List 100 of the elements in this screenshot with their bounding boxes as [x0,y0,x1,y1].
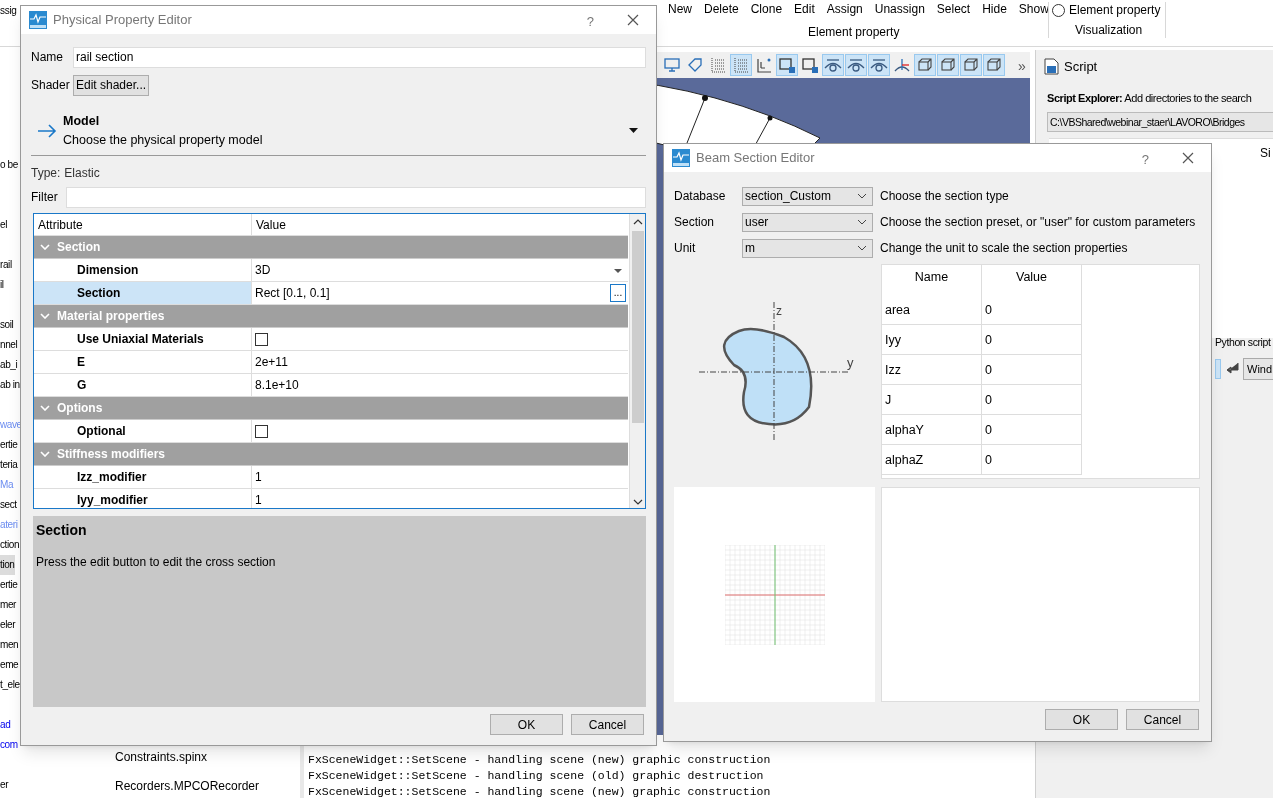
eye-tool-button[interactable] [845,54,867,76]
ribbon-button[interactable]: New [662,0,698,18]
table-cell[interactable]: J [882,385,982,414]
ok-button[interactable]: OK [1045,709,1118,730]
close-icon[interactable] [627,14,639,26]
ribbon-button[interactable]: Unassign [868,0,931,18]
ellipsis-button[interactable]: ... [610,284,626,302]
ribbon-label: ssig [0,4,17,18]
dropdown[interactable]: section_Custom [742,186,873,206]
table-cell[interactable]: alphaZ [882,445,982,474]
explorer-text: Script Explorer: Add directories to the search [1047,90,1252,106]
field-label: Shader [31,77,71,94]
chevron-down-icon [40,244,50,250]
tree-item[interactable]: nnel [0,335,18,355]
ribbon-button[interactable]: Delete [698,0,745,18]
table-cell[interactable]: 0 [982,385,1082,414]
checkbox[interactable] [255,424,268,438]
tree-item[interactable]: eler [0,615,16,635]
cube-tool-button[interactable] [983,54,1005,76]
tree-item[interactable]: teria [0,455,18,475]
tree-item[interactable]: soil [0,315,14,335]
tree-item[interactable]: ction [0,535,20,555]
cube-icon [939,56,957,74]
table-cell[interactable]: 0 [982,415,1082,444]
name-field[interactable]: rail section [73,46,646,68]
cube-icon [962,56,980,74]
tree-item[interactable]: mer [0,595,17,615]
close-icon[interactable] [1182,152,1194,164]
dropdown-icon[interactable] [614,269,622,273]
field-label: Section [674,214,716,231]
chevron-down-icon [857,245,867,251]
tree-item[interactable]: ab in [0,375,20,395]
dropdown-icon[interactable] [629,128,638,133]
ribbon-button[interactable]: Show [1012,0,1055,18]
ribbon-button[interactable]: Edit [788,0,821,18]
ok-button[interactable]: OK [490,714,563,735]
cancel-button[interactable]: Cancel [1126,709,1199,730]
eye-tool-button[interactable] [868,54,890,76]
cancel-button[interactable]: Cancel [571,714,644,735]
field-label: Type: [31,165,61,182]
tree-item[interactable]: il [0,275,4,295]
table-cell[interactable]: 0 [982,445,1082,474]
ribbon-button[interactable]: Select [930,0,977,18]
tree-item[interactable]: el [0,215,7,235]
ribbon-button[interactable]: Assign [820,0,869,18]
tree-item[interactable]: rail [0,255,12,275]
tree-item[interactable]: ertie [0,435,18,455]
checkbox[interactable] [255,332,268,346]
square-tool-button[interactable] [776,54,798,76]
table-cell[interactable]: 0 [982,355,1082,384]
cube-tool-button[interactable] [914,54,936,76]
cube-icon [916,56,934,74]
table-cell[interactable]: area [882,295,982,324]
chevron-down-icon [40,313,50,319]
window-title: Physical Property Editor [53,11,192,30]
table-cell[interactable]: 0 [982,295,1082,324]
cube-tool-button[interactable] [937,54,959,76]
window-button[interactable]: Wind [1243,358,1273,380]
tag-icon [686,56,704,74]
table-cell[interactable]: alphaY [882,415,982,444]
chevron-down-icon [857,193,867,199]
file-name[interactable]: Recorders.MPCORecorder [115,777,260,795]
grid-icon [732,56,750,74]
help-button[interactable]: ? [586,12,594,32]
cube-tool-button[interactable] [960,54,982,76]
tree-item[interactable]: ertie [0,575,18,595]
tree-item[interactable]: ab_i [0,355,18,375]
tree-item[interactable]: t_ele [0,675,20,695]
tree-item[interactable]: tion [0,555,15,575]
tree-item[interactable]: sect [0,495,17,515]
monitor-icon [663,56,681,74]
path-field[interactable]: C:\VBShared\webinar_staer\LAVORO\Bridges [1047,112,1273,132]
tree-item[interactable]: o be [0,155,18,175]
filter-field[interactable] [66,186,646,208]
more-button[interactable]: » [1018,56,1026,77]
tree-item[interactable]: er [0,775,9,795]
angle-icon [755,56,773,74]
tree-item[interactable]: ad [0,715,11,735]
table-cell[interactable]: Section [34,282,252,304]
table-cell[interactable]: Iyy [882,325,982,354]
hint-text: Change the unit to scale the section properties [880,240,1128,257]
tree-item[interactable]: com [0,735,18,755]
hint-text: Choose the section preset, or "user" for custom parameters [880,214,1196,231]
table-cell[interactable]: Izz [882,355,982,384]
file-name[interactable]: Constraints.spinx [115,748,208,766]
edit-shader-button[interactable]: Edit shader... [73,74,150,96]
tree-item[interactable]: eme [0,655,19,675]
table-cell[interactable]: 0 [982,325,1082,354]
eye-tool-button[interactable] [822,54,844,76]
tree-item[interactable]: men [0,635,19,655]
dropdown[interactable]: user [742,212,873,232]
ribbon-button[interactable]: Clone [744,0,789,18]
dropdown[interactable]: m [742,238,873,258]
eye-icon [870,56,888,74]
dropdown-value[interactable]: 3D [255,261,271,279]
arrow-right-icon [37,123,57,138]
radio-option[interactable]: Element property [1052,1,1161,19]
group-label: Visualization [1075,22,1143,39]
ribbon-button[interactable]: Hide [976,0,1013,18]
help-button[interactable]: ? [1141,150,1149,170]
